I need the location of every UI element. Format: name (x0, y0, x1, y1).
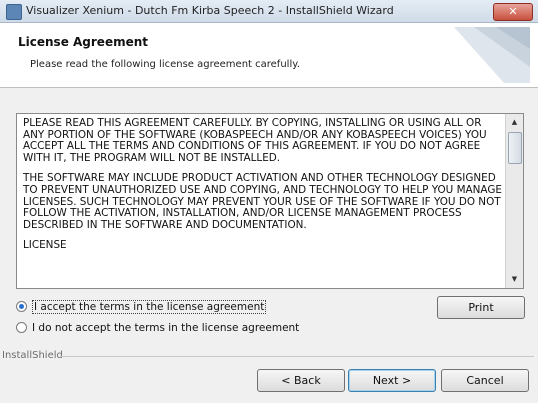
license-paragraph: LICENSE (23, 239, 67, 252)
print-button[interactable]: Print (437, 296, 525, 319)
page-subtitle: Please read the following license agreem… (30, 59, 300, 70)
accept-label[interactable]: I accept the terms in the license agreem… (32, 300, 267, 314)
scroll-up-arrow-icon[interactable]: ▲ (506, 114, 523, 131)
installer-app-icon (6, 4, 22, 20)
decline-radio[interactable] (16, 322, 27, 333)
license-text: PLEASE READ THIS AGREEMENT CAREFULLY. BY… (23, 117, 503, 261)
footer-divider (60, 356, 534, 357)
accept-radio[interactable] (16, 301, 27, 312)
back-button[interactable]: < Back (257, 369, 345, 392)
header-banner: License Agreement Please read the follow… (0, 23, 538, 88)
scroll-down-arrow-icon[interactable]: ▼ (506, 271, 523, 288)
banner-graphic-icon (454, 27, 530, 83)
installshield-brand: InstallShield (2, 350, 63, 361)
next-button[interactable]: Next > (348, 369, 436, 392)
license-text-area[interactable]: PLEASE READ THIS AGREEMENT CAREFULLY. BY… (16, 113, 524, 289)
license-paragraph: THE SOFTWARE MAY INCLUDE PRODUCT ACTIVAT… (23, 172, 502, 231)
accept-option[interactable]: I accept the terms in the license agreem… (16, 300, 267, 314)
close-button[interactable]: ✕ (493, 3, 533, 21)
page-title: License Agreement (18, 35, 149, 49)
license-scrollbar[interactable]: ▲ ▼ (505, 114, 523, 288)
license-paragraph: PLEASE READ THIS AGREEMENT CAREFULLY. BY… (23, 117, 487, 164)
title-bar[interactable]: Visualizer Xenium - Dutch Fm Kirba Speec… (0, 0, 538, 23)
decline-option[interactable]: I do not accept the terms in the license… (16, 322, 299, 334)
decline-label[interactable]: I do not accept the terms in the license… (32, 322, 299, 334)
scroll-thumb[interactable] (508, 132, 522, 164)
cancel-button[interactable]: Cancel (441, 369, 529, 392)
window-title: Visualizer Xenium - Dutch Fm Kirba Speec… (26, 4, 394, 17)
